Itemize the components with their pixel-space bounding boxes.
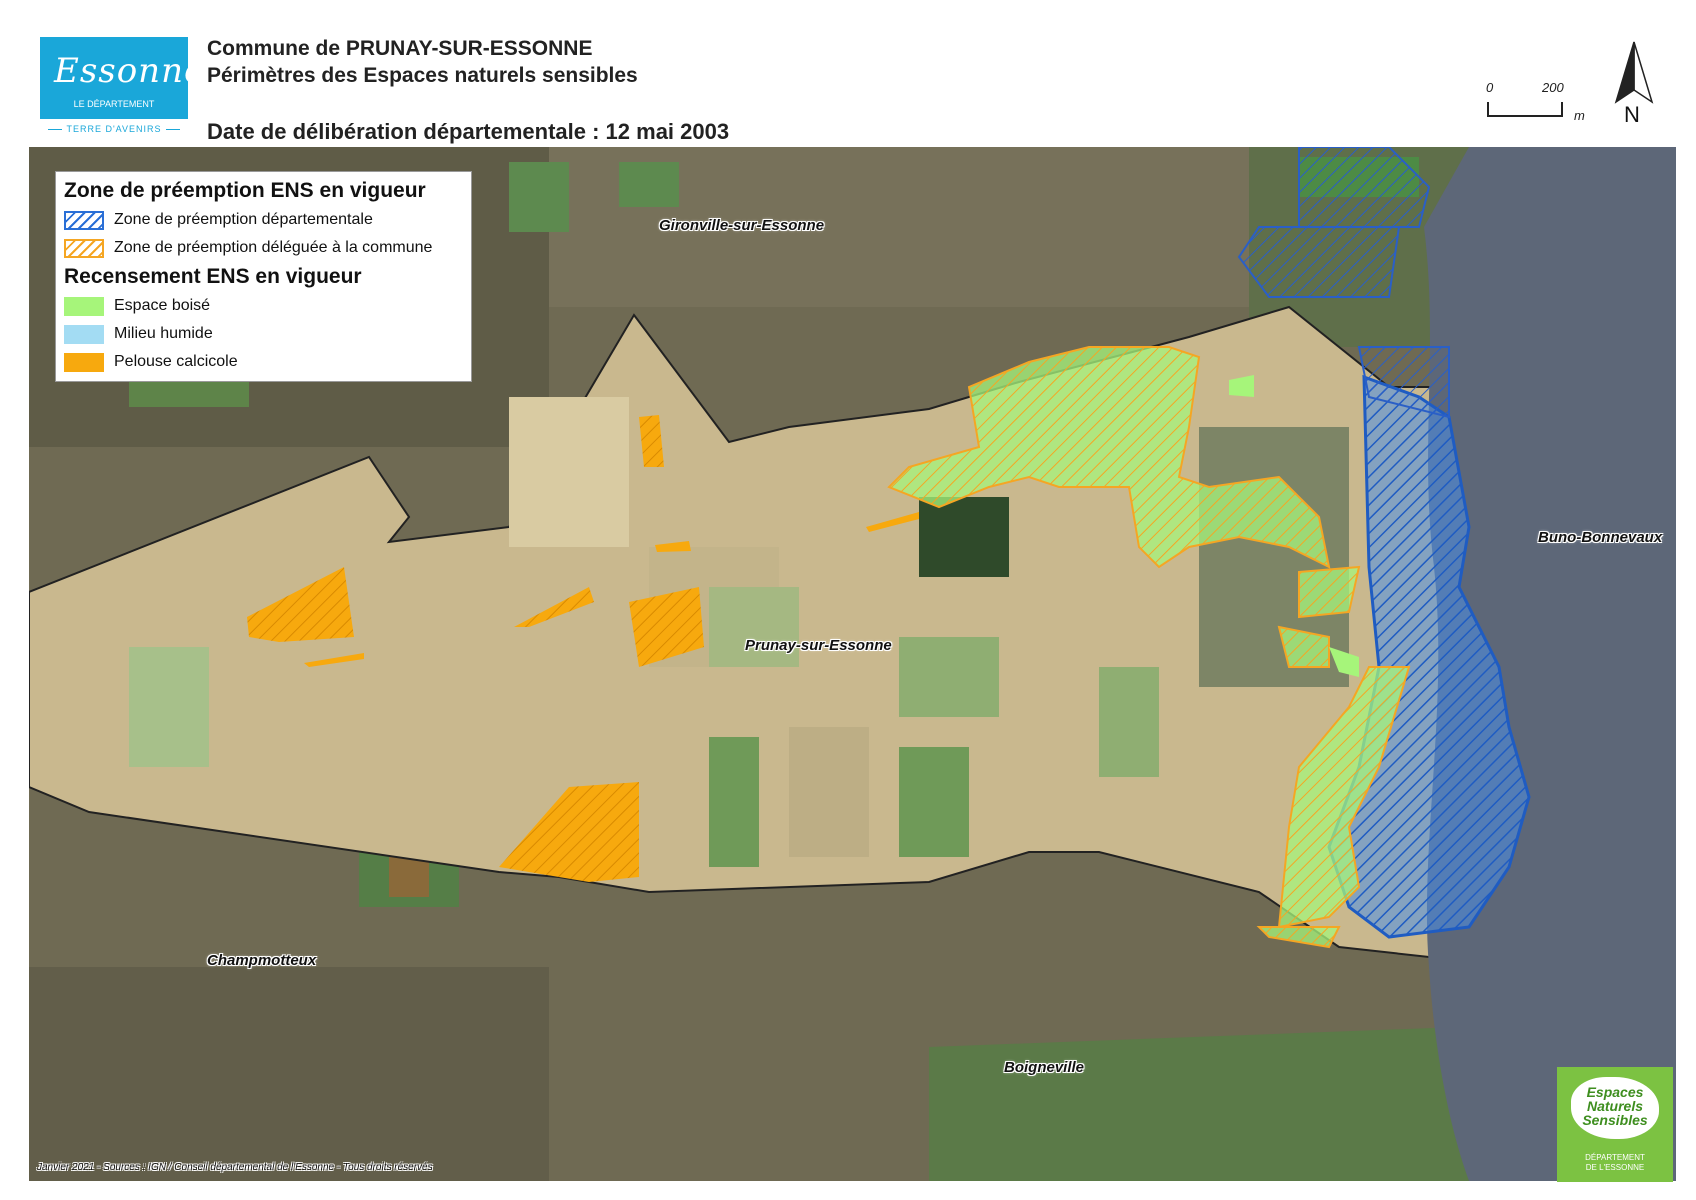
essonne-logo-tagline: TERRE D'AVENIRS: [40, 124, 188, 134]
swatch-pelouse-calcicole: [64, 352, 104, 372]
map-subtitle: Périmètres des Espaces naturels sensible…: [207, 64, 638, 87]
map-credits: Janvier 2021 - Sources : IGN / Conseil d…: [37, 1162, 433, 1173]
ens-logo: Espaces Naturels Sensibles DÉPARTEMENT D…: [1557, 1067, 1673, 1182]
legend-label: Milieu humide: [114, 325, 213, 342]
legend-heading-zones: Zone de préemption ENS en vigueur: [64, 179, 426, 202]
place-label-boigneville: Boigneville: [1004, 1059, 1085, 1076]
legend-label: Zone de préemption déléguée à la commune: [114, 239, 433, 256]
essonne-logo-script: Essonne: [54, 51, 206, 91]
ens-logo-sub: DÉPARTEMENT DE L'ESSONNE: [1557, 1153, 1673, 1173]
legend-label: Espace boisé: [114, 297, 211, 314]
map-legend: Zone de préemption ENS en vigueur Zone d…: [55, 171, 472, 382]
legend-item-milieu-humide: Milieu humide: [64, 320, 463, 348]
place-label-prunay: Prunay-sur-Essonne: [745, 637, 892, 654]
north-label: N: [1624, 102, 1640, 127]
place-label-champmotteux: Champmotteux: [207, 952, 317, 969]
north-arrow-icon: N: [1612, 40, 1656, 130]
swatch-espace-boise: [64, 296, 104, 316]
ens-logo-line2: Naturels: [1586, 1098, 1644, 1114]
ens-logo-text: Espaces Naturels Sensibles: [1575, 1085, 1655, 1127]
ens-logo-line1: Espaces: [1586, 1084, 1644, 1100]
legend-item-zone-departementale: Zone de préemption départementale: [64, 206, 463, 234]
place-label-buno: Buno-Bonnevaux: [1538, 529, 1663, 546]
legend-item-espace-boise: Espace boisé: [64, 292, 463, 320]
legend-heading-recensement: Recensement ENS en vigueur: [64, 265, 362, 288]
swatch-milieu-humide: [64, 324, 104, 344]
legend-item-pelouse-calcicole: Pelouse calcicole: [64, 348, 463, 376]
deliberation-date: Date de délibération départementale : 12…: [207, 119, 730, 144]
ens-logo-sub2: DE L'ESSONNE: [1585, 1163, 1645, 1172]
essonne-logo: Essonne LE DÉPARTEMENT: [40, 37, 204, 119]
swatch-zone-deleguee: [64, 238, 104, 258]
place-label-gironville: Gironville-sur-Essonne: [659, 217, 825, 234]
ens-logo-line3: Sensibles: [1582, 1112, 1648, 1128]
scale-bar-icon: 0 200 m: [1482, 80, 1592, 130]
swatch-zone-departementale: [64, 210, 104, 230]
legend-label: Zone de préemption départementale: [114, 211, 373, 228]
legend-item-zone-deleguee: Zone de préemption déléguée à la commune: [64, 234, 463, 262]
legend-label: Pelouse calcicole: [114, 353, 238, 370]
ens-logo-sub1: DÉPARTEMENT: [1585, 1153, 1645, 1162]
essonne-logo-subtitle: LE DÉPARTEMENT: [73, 99, 155, 109]
map-title: Commune de PRUNAY-SUR-ESSONNE: [207, 37, 593, 60]
